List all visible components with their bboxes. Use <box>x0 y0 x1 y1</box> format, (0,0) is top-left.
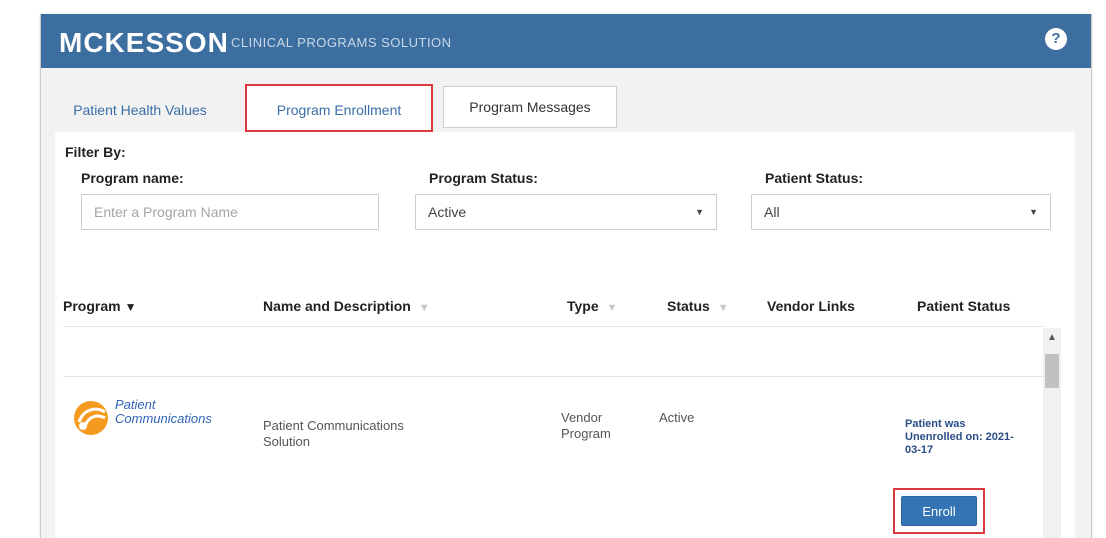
tab-program-enrollment[interactable]: Program Enrollment <box>245 84 433 132</box>
program-name-input[interactable]: Enter a Program Name <box>81 194 379 230</box>
help-icon[interactable]: ? <box>1045 28 1067 50</box>
app-window: MCKESSON CLINICAL PROGRAMS SOLUTION ? Pa… <box>40 14 1092 538</box>
header-divider <box>63 326 1043 327</box>
dropdown-arrow-icon: ▼ <box>1029 207 1038 217</box>
program-status-select[interactable]: Active ▼ <box>415 194 717 230</box>
patient-status-select[interactable]: All ▼ <box>751 194 1051 230</box>
program-status-label: Program Status: <box>429 170 538 186</box>
tab-patient-health-values[interactable]: Patient Health Values <box>55 90 225 130</box>
logo-text-line1: Patient <box>115 397 156 412</box>
column-header-vendor-links: Vendor Links <box>767 298 855 314</box>
sort-desc-icon[interactable]: ▼ <box>125 300 137 314</box>
enroll-highlight: Enroll <box>893 488 985 534</box>
dropdown-arrow-icon: ▼ <box>695 207 704 217</box>
filter-by-heading: Filter By: <box>65 144 126 160</box>
program-name-description: Patient Communications Solution <box>263 418 404 449</box>
patient-status-value: All <box>764 204 780 220</box>
patient-communications-logo: Patient Communications <box>71 394 247 440</box>
patient-communications-icon <box>74 401 108 435</box>
table-scrollbar[interactable]: ▲ <box>1043 328 1061 538</box>
tab-program-messages[interactable]: Program Messages <box>443 86 617 128</box>
column-header-patient-status: Patient Status <box>917 298 1011 314</box>
row-divider <box>63 376 1043 377</box>
app-header: MCKESSON CLINICAL PROGRAMS SOLUTION ? <box>41 14 1091 68</box>
program-status: Active <box>659 410 695 425</box>
program-type: Vendor Program <box>561 410 611 441</box>
patient-status-text: Patient was Unenrolled on: 2021-03-17 <box>905 418 1014 456</box>
app-subtitle: CLINICAL PROGRAMS SOLUTION <box>231 35 452 50</box>
column-header-name-description[interactable]: Name and Description ▼ <box>263 298 430 314</box>
program-name-label: Program name: <box>81 170 184 186</box>
sort-icon[interactable]: ▼ <box>607 302 618 314</box>
column-header-type[interactable]: Type ▼ <box>567 298 618 314</box>
scroll-thumb[interactable] <box>1045 354 1059 388</box>
column-header-status[interactable]: Status ▼ <box>667 298 729 314</box>
sort-icon[interactable]: ▼ <box>419 302 430 314</box>
mckesson-logo: MCKESSON <box>59 27 229 58</box>
column-header-program[interactable]: Program ▼ <box>63 298 136 314</box>
program-enrollment-panel: Filter By: Program name: Enter a Program… <box>55 132 1075 538</box>
logo-text-line2: Communications <box>115 411 212 426</box>
program-status-value: Active <box>428 204 467 220</box>
patient-status-label: Patient Status: <box>765 170 864 186</box>
sort-icon[interactable]: ▼ <box>718 302 729 314</box>
scroll-up-arrow-icon[interactable]: ▲ <box>1043 332 1061 343</box>
enroll-button[interactable]: Enroll <box>901 496 977 526</box>
